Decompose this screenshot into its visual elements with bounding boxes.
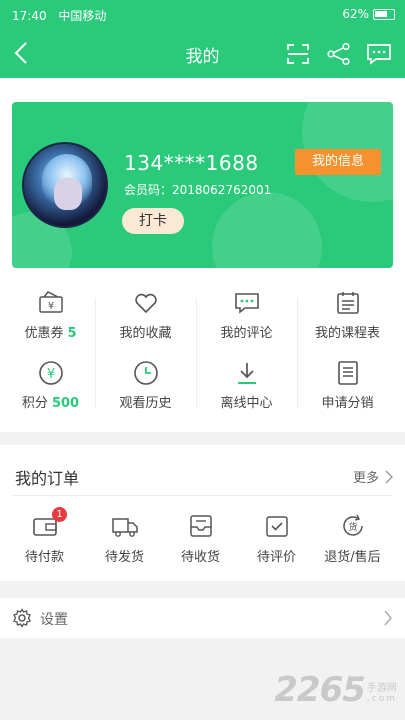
return-aftersale-label: 退货/售后 (324, 550, 381, 565)
grid-item-coupon[interactable]: ¥ 优惠券 5 (0, 288, 101, 354)
points-label: 积分 (21, 396, 48, 411)
comments-label: 我的评论 (220, 326, 273, 341)
history-label: 观看历史 (119, 396, 172, 411)
status-bar: 17:40 中国移动 62% (0, 0, 405, 30)
order-pending-receipt[interactable]: 待收货 (160, 513, 241, 569)
orders-more-link[interactable]: 更多 (353, 467, 393, 486)
watermark-site-group: 手游网 .com (367, 679, 397, 704)
avatar[interactable] (22, 142, 108, 228)
orders-title: 我的订单 (15, 469, 80, 488)
pending-payment-label: 待付款 (24, 550, 64, 565)
watermark-suffix: .com (366, 694, 397, 704)
chevron-right-icon (384, 610, 392, 626)
watermark: 2265 手游网 .com (274, 670, 397, 710)
member-code: 会员码：2018062762001 (124, 183, 272, 197)
return-icon: 货 (343, 514, 363, 536)
points-count: 500 (51, 396, 80, 411)
battery-percent: 62% (342, 7, 369, 21)
grid-item-schedule[interactable]: 我的课程表 (297, 288, 398, 354)
status-carrier: 中国移动 (58, 9, 107, 23)
gear-icon (13, 608, 31, 628)
svg-text:¥: ¥ (48, 301, 54, 312)
truck-icon (112, 518, 138, 537)
download-icon (238, 363, 256, 384)
profile-card: 134****1688 会员码：2018062762001 打卡 我的信息 (12, 102, 393, 268)
svg-text:货: 货 (348, 521, 357, 533)
user-phone: 134****1688 (124, 151, 259, 175)
chevron-right-icon (385, 470, 393, 483)
status-time: 17:40 (12, 9, 47, 23)
grid-label: 积分 500 (0, 392, 101, 411)
calendar-icon (337, 292, 359, 314)
pending-shipment-label: 待发货 (104, 550, 144, 565)
order-pending-payment[interactable]: 1 待付款 (4, 507, 85, 569)
settings-row[interactable]: 设置 (0, 598, 405, 638)
grid-item-points[interactable]: ¥ 积分 500 (0, 358, 101, 424)
heart-icon (135, 293, 157, 314)
pending-receipt-label: 待收货 (180, 550, 220, 565)
rate-icon (266, 516, 288, 537)
pending-payment-badge: 1 (52, 507, 67, 522)
profile-section: 134****1688 会员码：2018062762001 打卡 我的信息 (0, 78, 405, 284)
comment-icon (235, 293, 259, 314)
status-right: 62% (342, 7, 395, 21)
svg-text:¥: ¥ (47, 367, 55, 382)
share-icon[interactable] (326, 42, 352, 66)
document-icon (338, 361, 358, 385)
grid-item-favorites[interactable]: 我的收藏 (95, 288, 196, 354)
feature-grid: ¥ 优惠券 5 我的收藏 我的评论 我的课程表 ¥ 积分 500 观看历史 离线… (0, 284, 405, 432)
pending-review-label: 待评价 (256, 550, 296, 565)
nav-bar: 我的 (0, 30, 405, 78)
my-info-button[interactable]: 我的信息 (295, 149, 381, 175)
coupon-label: 优惠券 (24, 326, 64, 341)
schedule-label: 我的课程表 (314, 326, 380, 341)
more-label: 更多 (352, 471, 379, 486)
checkin-button[interactable]: 打卡 (122, 208, 184, 234)
divider (12, 495, 393, 496)
grid-item-comments[interactable]: 我的评论 (196, 288, 297, 354)
inbox-icon (190, 515, 212, 537)
favorites-label: 我的收藏 (119, 326, 172, 341)
avatar-face (54, 178, 82, 210)
grid-item-history[interactable]: 观看历史 (95, 358, 196, 424)
order-pending-shipment[interactable]: 待发货 (84, 513, 165, 569)
watermark-number: 2265 (274, 670, 366, 710)
offline-label: 离线中心 (220, 396, 273, 411)
message-icon[interactable] (366, 42, 392, 66)
decor-bubble (212, 192, 322, 268)
orders-section: 我的订单 更多 1 待付款 待发货 待收货 待评价 货 退货/售后 (0, 445, 405, 581)
coupon-icon: ¥ (39, 291, 63, 313)
coupon-count: 5 (67, 326, 77, 341)
scan-icon[interactable] (285, 42, 311, 66)
watermark-site: 手游网 (366, 683, 397, 694)
order-return-aftersale[interactable]: 货 退货/售后 (312, 513, 393, 569)
clock-icon (134, 361, 158, 385)
grid-item-offline[interactable]: 离线中心 (196, 358, 297, 424)
settings-label: 设置 (40, 612, 68, 628)
distribution-label: 申请分销 (321, 396, 374, 411)
grid-label: 优惠券 5 (0, 322, 101, 341)
yen-icon: ¥ (39, 361, 63, 385)
status-time-carrier: 17:40 中国移动 (12, 7, 106, 24)
battery-icon (373, 8, 395, 20)
order-pending-review[interactable]: 待评价 (236, 513, 317, 569)
grid-item-distribution[interactable]: 申请分销 (297, 358, 398, 424)
